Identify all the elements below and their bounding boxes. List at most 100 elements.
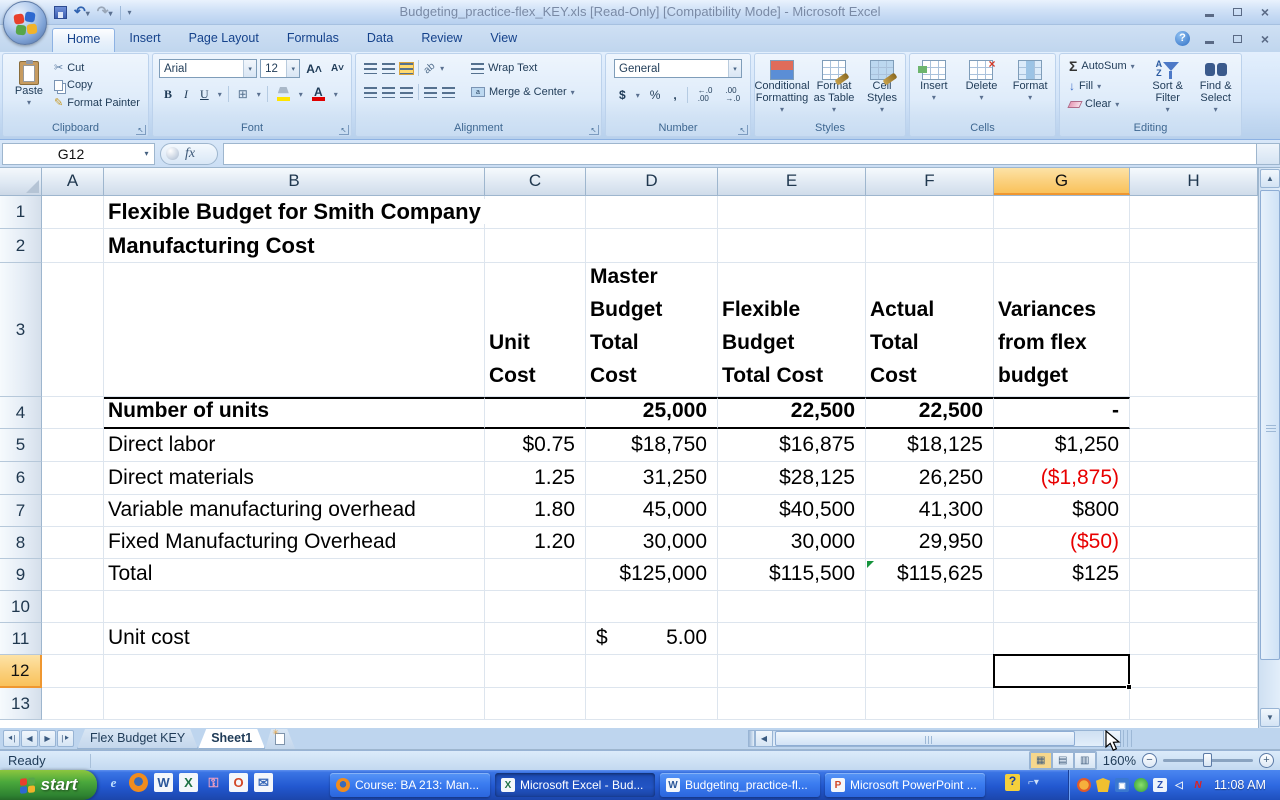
cell-F12[interactable]: [866, 655, 994, 688]
row-header-7[interactable]: 7: [0, 495, 42, 527]
taskbar-button-excel[interactable]: X Microsoft Excel - Bud...: [495, 773, 655, 797]
font-color-icon[interactable]: A: [309, 85, 328, 103]
format-cells-button[interactable]: Format▾: [1007, 57, 1053, 104]
column-header-G[interactable]: G: [994, 168, 1130, 195]
office-button[interactable]: [3, 1, 47, 45]
vertical-scrollbar[interactable]: ▲ ▼: [1258, 168, 1280, 728]
cell-E9[interactable]: $115,500: [718, 559, 866, 591]
cell-B7[interactable]: Variable manufacturing overhead: [104, 495, 485, 527]
cell-D7[interactable]: 45,000: [586, 495, 718, 527]
cell-C12[interactable]: [485, 655, 586, 688]
sheet-tab-sheet1[interactable]: Sheet1: [198, 729, 265, 749]
cell-B12[interactable]: [104, 655, 485, 688]
cell-B9[interactable]: Total: [104, 559, 485, 591]
cell-C2[interactable]: [485, 229, 586, 263]
paste-button[interactable]: Paste▾: [7, 58, 51, 110]
font-dialog-launcher[interactable]: ↘: [339, 125, 349, 135]
row-header-4[interactable]: 4: [0, 397, 42, 429]
column-header-C[interactable]: C: [485, 168, 586, 195]
cell-F6[interactable]: 26,250: [866, 462, 994, 495]
help-tray-icon[interactable]: ?: [1005, 774, 1020, 791]
column-header-A[interactable]: A: [42, 168, 104, 195]
cell-H11[interactable]: [1130, 623, 1258, 655]
column-header-D[interactable]: D: [586, 168, 718, 195]
cell-E6[interactable]: $28,125: [718, 462, 866, 495]
tab-home[interactable]: Home: [52, 28, 115, 52]
cell-F7[interactable]: 41,300: [866, 495, 994, 527]
normal-view-icon[interactable]: ▦: [1030, 752, 1052, 769]
blue-app-icon[interactable]: ▣: [1115, 778, 1129, 792]
cell-B8[interactable]: Fixed Manufacturing Overhead: [104, 527, 485, 559]
cell-C13[interactable]: [485, 688, 586, 720]
cell-C8[interactable]: 1.20: [485, 527, 586, 559]
vertical-scroll-thumb[interactable]: [1260, 190, 1280, 660]
tab-review[interactable]: Review: [407, 28, 476, 52]
close-button[interactable]: ×: [1256, 4, 1274, 19]
formula-input[interactable]: [223, 143, 1256, 165]
wrap-text-button[interactable]: Wrap Text: [468, 61, 540, 75]
format-as-table-button[interactable]: Format as Table▾: [810, 57, 858, 116]
cell-H8[interactable]: [1130, 527, 1258, 559]
align-right-icon[interactable]: [400, 87, 413, 98]
workbook-restore-button[interactable]: [1228, 31, 1246, 46]
row-header-10[interactable]: 10: [0, 591, 42, 623]
italic-button[interactable]: I: [181, 85, 191, 103]
zoom-in-icon[interactable]: +: [1259, 753, 1274, 768]
undo-icon[interactable]: ↶▾: [74, 3, 90, 22]
cell-A8[interactable]: [42, 527, 104, 559]
cell-D1[interactable]: [586, 196, 718, 229]
align-left-icon[interactable]: [364, 87, 377, 98]
cell-D11[interactable]: $5.00: [586, 623, 718, 655]
align-middle-icon[interactable]: [382, 63, 395, 74]
word-icon[interactable]: W: [154, 773, 173, 792]
row-header-5[interactable]: 5: [0, 429, 42, 462]
clipboard-dialog-launcher[interactable]: ↘: [136, 125, 146, 135]
cell-B2[interactable]: Manufacturing Cost: [104, 229, 485, 263]
cell-H3[interactable]: [1130, 263, 1258, 397]
row-header-11[interactable]: 11: [0, 623, 42, 655]
page-layout-view-icon[interactable]: ▤: [1052, 752, 1074, 769]
cell-E12[interactable]: [718, 655, 866, 688]
collapse-tray-icon[interactable]: ⌐▾: [1028, 777, 1039, 788]
cell-G7[interactable]: $800: [994, 495, 1130, 527]
align-center-icon[interactable]: [382, 87, 395, 98]
cell-B13[interactable]: [104, 688, 485, 720]
customize-qat-icon[interactable]: ▾: [128, 8, 132, 17]
cell-F2[interactable]: [866, 229, 994, 263]
tab-split-handle[interactable]: [748, 730, 755, 747]
horizontal-scroll-thumb[interactable]: [775, 731, 1075, 746]
tab-formulas[interactable]: Formulas: [273, 28, 353, 52]
cell-G8[interactable]: ($50): [994, 527, 1130, 559]
cell-D5[interactable]: $18,750: [586, 429, 718, 462]
insert-function-button[interactable]: fx: [160, 143, 218, 165]
cell-E7[interactable]: $40,500: [718, 495, 866, 527]
cell-F10[interactable]: [866, 591, 994, 623]
cell-A3[interactable]: [42, 263, 104, 397]
shrink-font-icon[interactable]: A˅: [328, 60, 347, 78]
cell-B4[interactable]: Number of units: [104, 397, 485, 429]
row-header-1[interactable]: 1: [0, 196, 42, 229]
excel-icon[interactable]: X: [179, 773, 198, 792]
bold-button[interactable]: B: [161, 85, 175, 103]
increase-indent-icon[interactable]: [442, 87, 455, 98]
cell-H6[interactable]: [1130, 462, 1258, 495]
firefox-icon[interactable]: [129, 773, 148, 792]
percent-style-icon[interactable]: %: [647, 86, 664, 104]
zone-icon[interactable]: Z: [1153, 778, 1167, 792]
delete-cells-button[interactable]: × Delete▾: [959, 57, 1003, 104]
taskbar-button-powerpoint[interactable]: P Microsoft PowerPoint ...: [825, 773, 985, 797]
find-select-button[interactable]: Find & Select▾: [1192, 57, 1240, 116]
autosum-button[interactable]: Σ AutoSum▾: [1066, 57, 1138, 75]
cut-button[interactable]: ✂ Cut: [51, 60, 143, 75]
scroll-left-icon[interactable]: ◀: [755, 730, 773, 747]
align-bottom-icon[interactable]: [400, 63, 413, 74]
cell-C3[interactable]: Unit Cost: [485, 263, 586, 397]
taskbar-button-word[interactable]: W Budgeting_practice-fl...: [660, 773, 820, 797]
minimize-button[interactable]: [1200, 4, 1218, 19]
first-sheet-icon[interactable]: ⯇|: [3, 730, 20, 747]
cell-A1[interactable]: [42, 196, 104, 229]
decrease-indent-icon[interactable]: [424, 87, 437, 98]
number-format-combo[interactable]: General▾: [614, 59, 742, 78]
copy-button[interactable]: Copy: [51, 78, 143, 92]
cell-C5[interactable]: $0.75: [485, 429, 586, 462]
